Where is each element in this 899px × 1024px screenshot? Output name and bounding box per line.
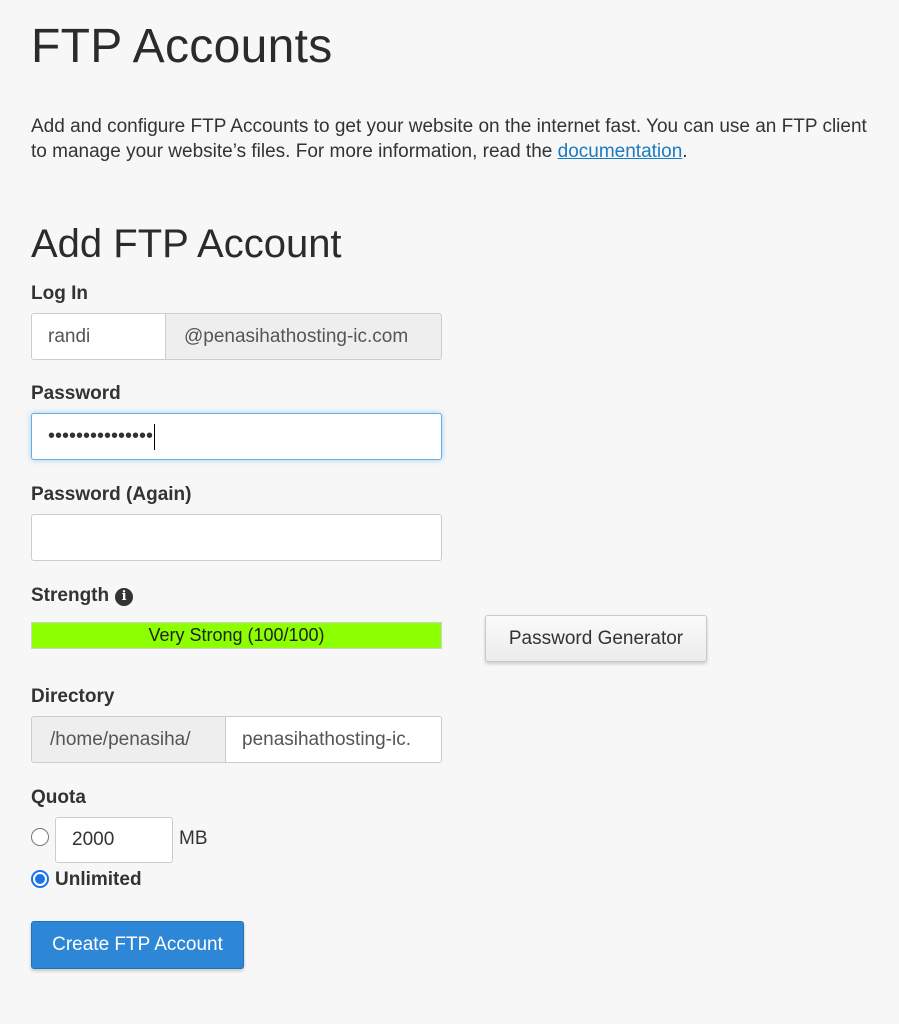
info-circle-icon[interactable]: i — [115, 588, 134, 606]
intro-end: . — [682, 141, 688, 162]
quota-label: Quota — [31, 787, 86, 808]
directory-value: penasihathosting-ic. — [242, 728, 411, 750]
strength-meter: Very Strong (100/100) — [31, 622, 442, 649]
quota-limited-radio[interactable] — [31, 828, 49, 846]
text-caret — [154, 423, 156, 450]
quota-unlimited-radio[interactable] — [31, 870, 49, 888]
password-input[interactable]: ••••••••••••••• — [31, 413, 442, 460]
password-again-input[interactable] — [31, 514, 442, 561]
login-value: randi — [48, 325, 91, 347]
page-description: Add and configure FTP Accounts to get yo… — [31, 114, 881, 164]
password-again-label: Password (Again) — [31, 484, 192, 505]
login-domain-addon: @penasihathosting-ic.com — [165, 313, 442, 360]
strength-label: Strength — [31, 585, 110, 606]
password-label: Password — [31, 383, 121, 404]
login-input[interactable]: randi — [31, 313, 166, 360]
login-label: Log In — [31, 283, 88, 304]
documentation-link[interactable]: documentation — [558, 141, 683, 162]
directory-prefix-addon: /home/penasiha/ — [31, 716, 226, 763]
strength-label-row: Strength i — [31, 584, 134, 608]
intro-text: Add and configure FTP Accounts to get yo… — [31, 116, 867, 162]
directory-input[interactable]: penasihathosting-ic. — [225, 716, 442, 763]
strength-text: Very Strong (100/100) — [148, 625, 325, 645]
quota-unlimited-label[interactable]: Unlimited — [55, 869, 142, 891]
quota-unit-label: MB — [179, 828, 208, 849]
create-ftp-account-button[interactable]: Create FTP Account — [31, 921, 244, 969]
quota-value: 2000 — [72, 829, 115, 850]
quota-input[interactable]: 2000 — [55, 817, 173, 863]
password-generator-button[interactable]: Password Generator — [485, 615, 707, 662]
page-title: FTP Accounts — [31, 20, 333, 73]
password-value: ••••••••••••••• — [48, 425, 154, 447]
directory-label: Directory — [31, 686, 115, 707]
section-title: Add FTP Account — [31, 222, 342, 266]
